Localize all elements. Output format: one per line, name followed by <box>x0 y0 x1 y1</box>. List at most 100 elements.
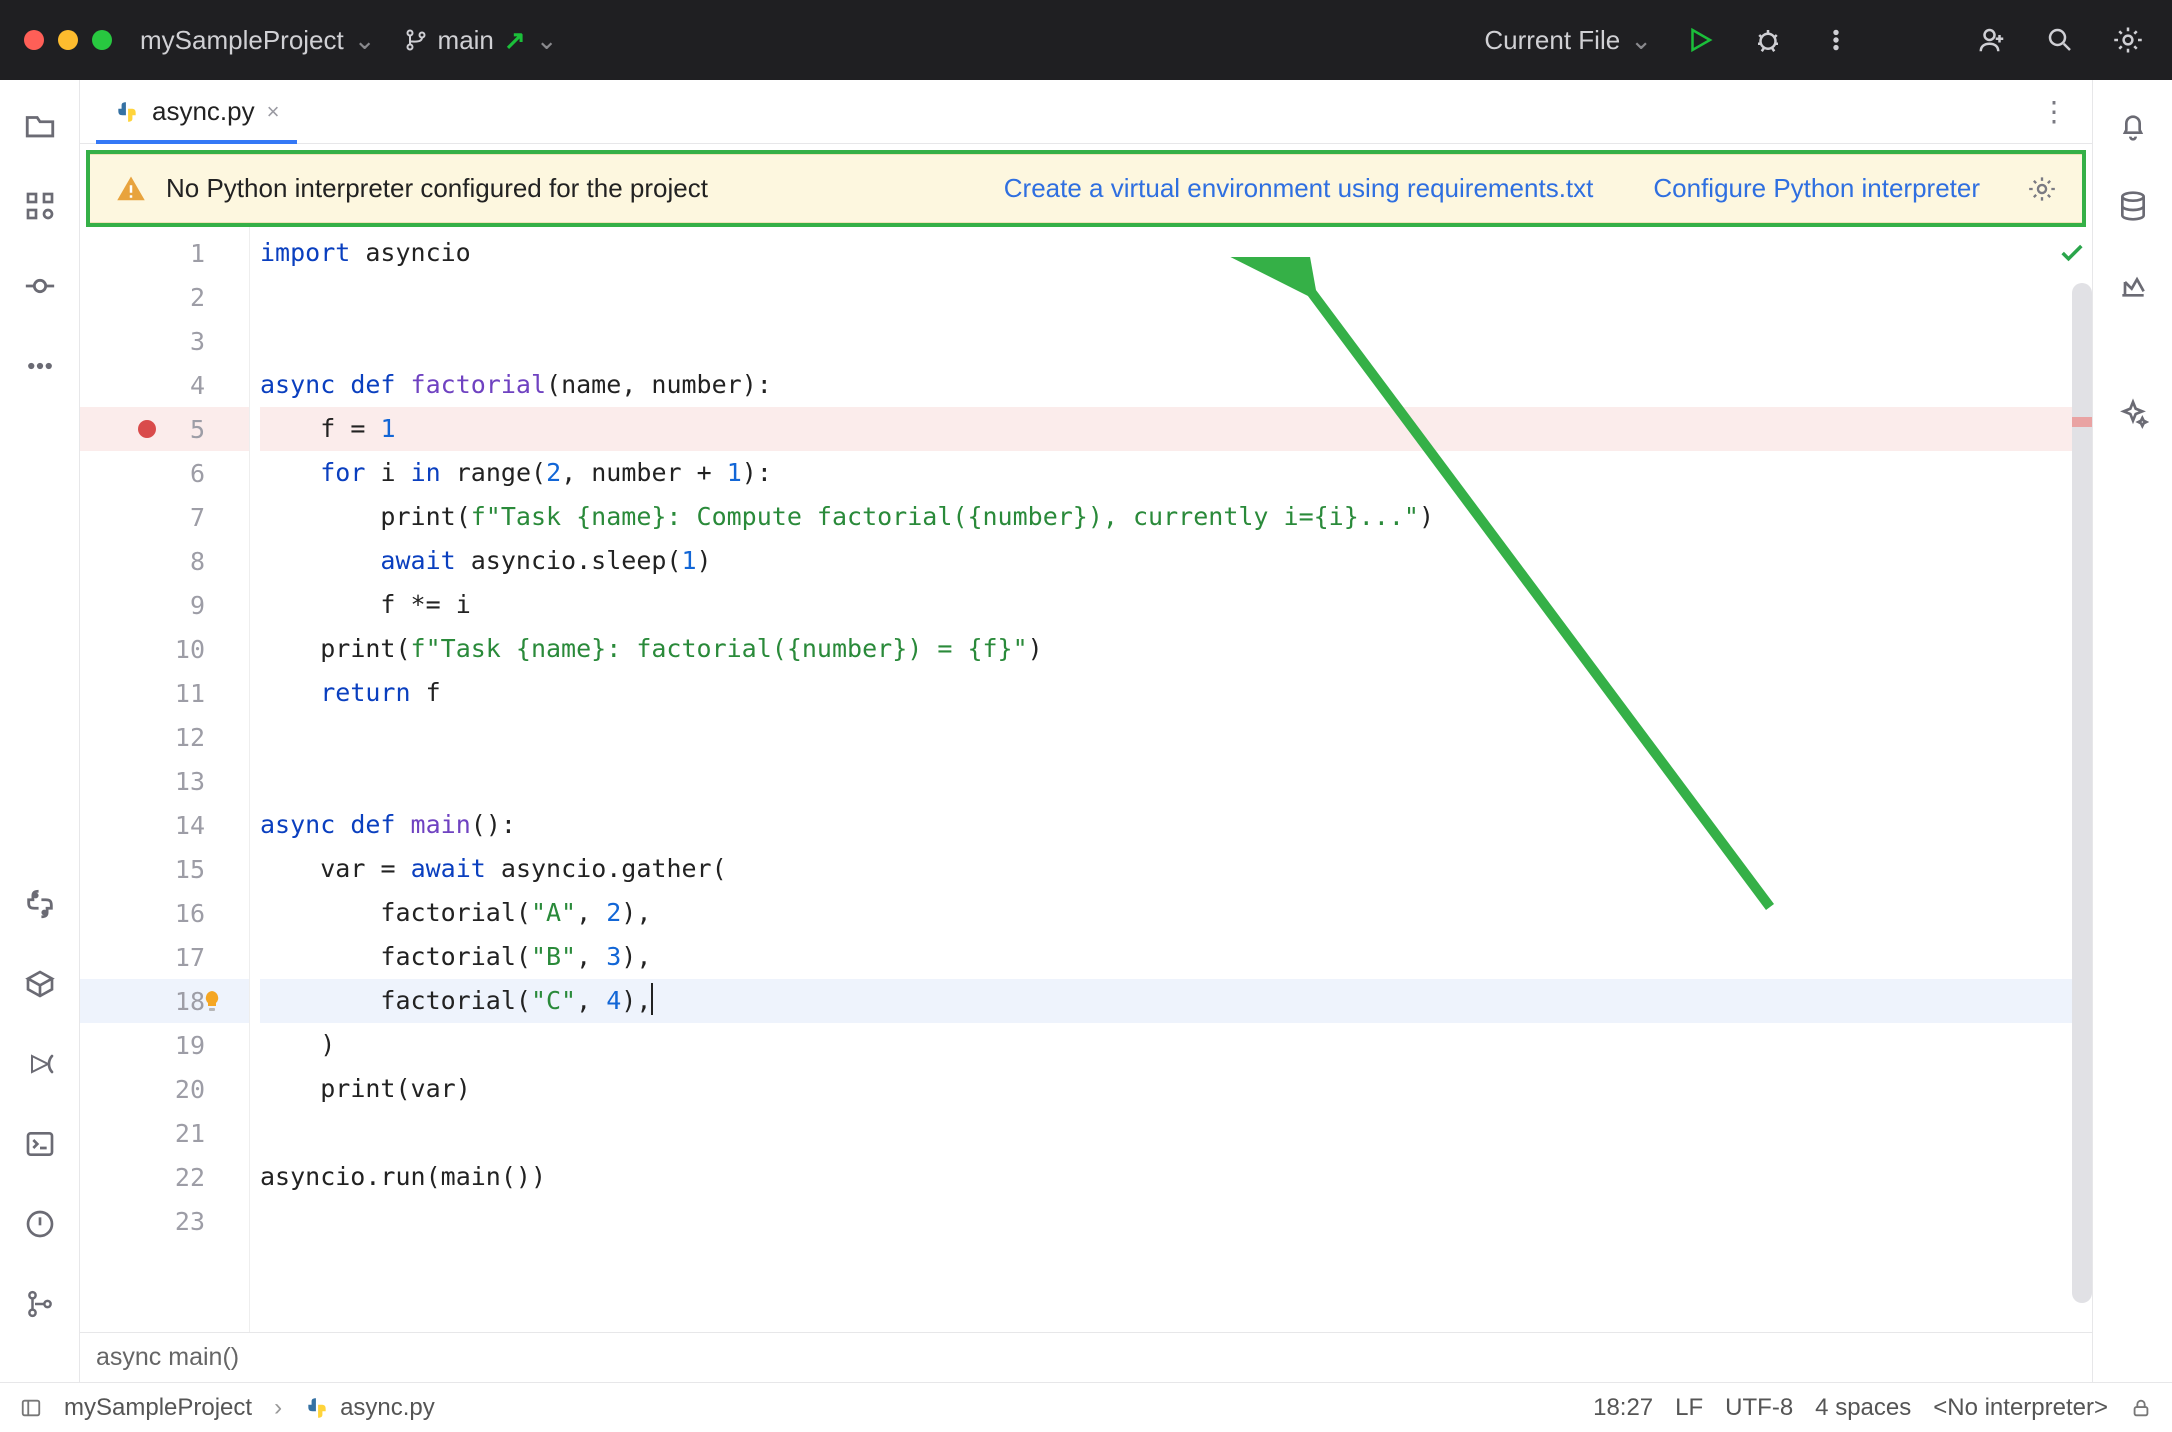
vcs-branch-selector[interactable]: main ↗ ⌄ <box>404 25 558 56</box>
code-line[interactable]: for i in range(2, number + 1): <box>260 451 2092 495</box>
code-line[interactable]: import asyncio <box>260 231 2092 275</box>
python-console-button[interactable] <box>18 882 62 926</box>
problems-tool-button[interactable] <box>18 1202 62 1246</box>
caret-position[interactable]: 18:27 <box>1593 1394 1653 1422</box>
code-editor[interactable]: 1234567891011121314151617181920212223 im… <box>80 227 2092 1332</box>
editor-scrollbar[interactable] <box>2072 283 2092 1303</box>
code-line[interactable]: asyncio.run(main()) <box>260 1155 2092 1199</box>
banner-link-configure-interpreter[interactable]: Configure Python interpreter <box>1653 173 1980 204</box>
gutter-line[interactable]: 22 <box>80 1155 249 1199</box>
banner-link-create-venv[interactable]: Create a virtual environment using requi… <box>1004 173 1594 204</box>
gutter-line[interactable]: 23 <box>80 1199 249 1243</box>
gutter-line[interactable]: 9 <box>80 583 249 627</box>
intention-bulb-icon[interactable] <box>200 989 224 1013</box>
code-with-me-button[interactable] <box>1972 20 2012 60</box>
minimize-window-button[interactable] <box>58 30 78 50</box>
editor-tabs-menu[interactable]: ⋮ <box>2040 95 2076 128</box>
code-line[interactable]: async def factorial(name, number): <box>260 363 2092 407</box>
warning-icon <box>116 174 146 204</box>
code-line[interactable]: f = 1 <box>260 407 2092 451</box>
code-line[interactable]: return f <box>260 671 2092 715</box>
code-line[interactable]: print(var) <box>260 1067 2092 1111</box>
code-line[interactable]: print(f"Task {name}: factorial({number})… <box>260 627 2092 671</box>
more-tool-button[interactable] <box>18 344 62 388</box>
code-line[interactable]: async def main(): <box>260 803 2092 847</box>
gutter-line[interactable]: 7 <box>80 495 249 539</box>
commit-tool-button[interactable] <box>18 264 62 308</box>
file-encoding[interactable]: UTF-8 <box>1725 1394 1793 1422</box>
debug-button[interactable] <box>1748 20 1788 60</box>
gutter-line[interactable]: 11 <box>80 671 249 715</box>
gutter-line[interactable]: 5 <box>80 407 249 451</box>
code-line[interactable] <box>260 759 2092 803</box>
gutter-line[interactable]: 13 <box>80 759 249 803</box>
services-tool-button[interactable] <box>18 1042 62 1086</box>
error-stripe-breakpoint[interactable] <box>2072 417 2092 427</box>
structure-tool-button[interactable] <box>18 184 62 228</box>
banner-settings-button[interactable] <box>2028 175 2056 203</box>
python-packages-button[interactable] <box>18 962 62 1006</box>
inspection-ok-icon[interactable] <box>2058 239 2086 267</box>
terminal-tool-button[interactable] <box>18 1122 62 1166</box>
code-line[interactable]: ) <box>260 1023 2092 1067</box>
gutter-line[interactable]: 4 <box>80 363 249 407</box>
zoom-window-button[interactable] <box>92 30 112 50</box>
code-line[interactable] <box>260 275 2092 319</box>
run-config-selector[interactable]: Current File ⌄ <box>1484 25 1652 56</box>
nav-project[interactable]: mySampleProject <box>64 1394 252 1422</box>
code-line[interactable]: print(f"Task {name}: Compute factorial({… <box>260 495 2092 539</box>
gutter-line[interactable]: 17 <box>80 935 249 979</box>
settings-button[interactable] <box>2108 20 2148 60</box>
gutter-line[interactable]: 1 <box>80 231 249 275</box>
gutter-line[interactable]: 20 <box>80 1067 249 1111</box>
database-tool-button[interactable] <box>2111 184 2155 228</box>
editor-breadcrumb[interactable]: async main() <box>80 1332 2092 1382</box>
gutter[interactable]: 1234567891011121314151617181920212223 <box>80 227 250 1332</box>
chevron-down-icon: ⌄ <box>1630 25 1652 56</box>
code-line[interactable] <box>260 715 2092 759</box>
code-line[interactable]: factorial("B", 3), <box>260 935 2092 979</box>
nav-bar-toggle[interactable] <box>20 1397 42 1419</box>
ai-assistant-button[interactable] <box>2111 392 2155 436</box>
gutter-line[interactable]: 18 <box>80 979 249 1023</box>
more-actions-button[interactable] <box>1816 20 1856 60</box>
code-line[interactable]: factorial("A", 2), <box>260 891 2092 935</box>
code-line[interactable]: await asyncio.sleep(1) <box>260 539 2092 583</box>
interpreter-status[interactable]: <No interpreter> <box>1933 1394 2108 1422</box>
code-line[interactable]: var = await asyncio.gather( <box>260 847 2092 891</box>
gutter-line[interactable]: 2 <box>80 275 249 319</box>
gutter-line[interactable]: 14 <box>80 803 249 847</box>
readonly-toggle[interactable] <box>2130 1397 2152 1419</box>
gutter-line[interactable]: 10 <box>80 627 249 671</box>
gutter-line[interactable]: 8 <box>80 539 249 583</box>
project-tool-button[interactable] <box>18 104 62 148</box>
gutter-line[interactable]: 6 <box>80 451 249 495</box>
chevron-right-icon: › <box>274 1394 282 1422</box>
close-window-button[interactable] <box>24 30 44 50</box>
code-line[interactable]: f *= i <box>260 583 2092 627</box>
project-selector[interactable]: mySampleProject ⌄ <box>140 25 376 56</box>
notifications-button[interactable] <box>2111 104 2155 148</box>
close-tab-button[interactable]: × <box>267 99 280 125</box>
gutter-line[interactable]: 16 <box>80 891 249 935</box>
gutter-line[interactable]: 19 <box>80 1023 249 1067</box>
breakpoint-icon[interactable] <box>138 420 156 438</box>
nav-file[interactable]: async.py <box>304 1394 435 1422</box>
project-name: mySampleProject <box>140 25 344 56</box>
code-line[interactable] <box>260 1111 2092 1155</box>
sciview-tool-button[interactable] <box>2111 264 2155 308</box>
gutter-line[interactable]: 21 <box>80 1111 249 1155</box>
tab-async-py[interactable]: async.py × <box>96 80 297 143</box>
indent-setting[interactable]: 4 spaces <box>1815 1394 1911 1422</box>
line-separator[interactable]: LF <box>1675 1394 1703 1422</box>
search-everywhere-button[interactable] <box>2040 20 2080 60</box>
gutter-line[interactable]: 3 <box>80 319 249 363</box>
run-button[interactable] <box>1680 20 1720 60</box>
text-caret <box>651 983 653 1015</box>
code-line[interactable] <box>260 319 2092 363</box>
gutter-line[interactable]: 15 <box>80 847 249 891</box>
code-line[interactable] <box>260 1199 2092 1243</box>
version-control-tool-button[interactable] <box>18 1282 62 1326</box>
code-line[interactable]: factorial("C", 4), <box>260 979 2092 1023</box>
gutter-line[interactable]: 12 <box>80 715 249 759</box>
